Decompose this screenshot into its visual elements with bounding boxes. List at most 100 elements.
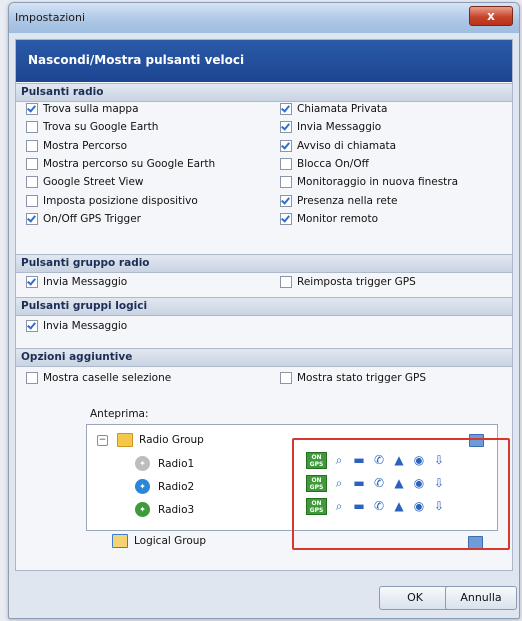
- option-checkbox[interactable]: [26, 194, 38, 207]
- collapse-icon[interactable]: −: [97, 434, 108, 446]
- option-checkbox[interactable]: [26, 121, 38, 134]
- option-label: Avviso di chiamata: [297, 139, 397, 152]
- option-checkbox[interactable]: [26, 176, 38, 189]
- option-row[interactable]: Avviso di chiamata: [280, 139, 396, 153]
- search-icon[interactable]: ⌕: [331, 498, 347, 514]
- call-icon[interactable]: ✆: [371, 498, 387, 514]
- option-label: Trova sulla mappa: [43, 103, 139, 115]
- option-checkbox[interactable]: [26, 276, 38, 288]
- option-row[interactable]: Mostra stato trigger GPS: [280, 371, 426, 385]
- option-checkbox[interactable]: [26, 372, 38, 384]
- option-label: Monitor remoto: [297, 212, 378, 225]
- tree-logical-label: Logical Group: [134, 535, 207, 547]
- option-row[interactable]: Mostra percorso su Google Earth: [26, 157, 215, 171]
- option-checkbox[interactable]: [280, 176, 292, 189]
- option-row[interactable]: Monitor remoto: [280, 212, 378, 226]
- gps-trigger-icon[interactable]: ON GPS: [306, 498, 327, 515]
- option-row[interactable]: Invia Messaggio: [26, 319, 127, 333]
- option-checkbox[interactable]: [280, 372, 292, 384]
- ok-button[interactable]: OK: [379, 586, 451, 610]
- option-checkbox[interactable]: [280, 121, 292, 134]
- option-row[interactable]: Blocca On/Off: [280, 157, 369, 171]
- tree-radio-group[interactable]: − Radio Group: [97, 433, 204, 447]
- presence-icon[interactable]: ◉: [411, 452, 427, 468]
- message-icon[interactable]: ▬: [351, 452, 367, 468]
- option-row[interactable]: Imposta posizione dispositivo: [26, 194, 198, 208]
- option-checkbox[interactable]: [280, 139, 292, 152]
- alert-icon[interactable]: ▲: [391, 452, 407, 468]
- window-title: Impostazioni: [15, 11, 86, 24]
- call-icon[interactable]: ✆: [371, 475, 387, 491]
- option-checkbox[interactable]: [26, 139, 38, 152]
- option-row[interactable]: Mostra caselle selezione: [26, 371, 171, 385]
- presence-icon[interactable]: ◉: [411, 498, 427, 514]
- section-title: Pulsanti gruppi logici: [21, 300, 148, 312]
- section-logic-groups: Pulsanti gruppi logici: [16, 297, 512, 316]
- cancel-button[interactable]: Annulla: [445, 586, 517, 610]
- close-button[interactable]: x: [469, 6, 513, 26]
- panel-icon[interactable]: [468, 536, 483, 549]
- option-row[interactable]: Presenza nella rete: [280, 194, 397, 208]
- option-checkbox[interactable]: [26, 157, 38, 170]
- tree-radio-3[interactable]: ✦ Radio3: [135, 502, 194, 517]
- logical-folder-icon: [112, 534, 128, 548]
- option-checkbox[interactable]: [280, 157, 292, 170]
- panel-icon[interactable]: [469, 434, 484, 447]
- section-radio-buttons: Pulsanti radio: [16, 83, 512, 102]
- folder-icon: [117, 433, 133, 447]
- search-icon[interactable]: ⌕: [331, 452, 347, 468]
- settings-dialog: Impostazioni x Nascondi/Mostra pulsanti …: [8, 2, 520, 619]
- option-label: Imposta posizione dispositivo: [43, 194, 198, 207]
- alert-icon[interactable]: ▲: [391, 475, 407, 491]
- option-label: Chiamata Privata: [297, 103, 388, 115]
- tree-radio-2[interactable]: ✦ Radio2: [135, 479, 194, 494]
- tree-radio-label: Radio3: [158, 503, 195, 516]
- title-bar[interactable]: Impostazioni x: [9, 3, 519, 33]
- alert-icon[interactable]: ▲: [391, 498, 407, 514]
- option-row[interactable]: Google Street View: [26, 175, 144, 189]
- tree-logical-group[interactable]: Logical Group: [112, 534, 206, 548]
- option-label: Monitoraggio in nuova finestra: [297, 176, 459, 189]
- section-title: Pulsanti gruppo radio: [21, 257, 150, 269]
- call-icon[interactable]: ✆: [371, 452, 387, 468]
- gps-badge-bottom: GPS: [309, 483, 324, 491]
- radio-user-icon: ✦: [135, 479, 150, 494]
- option-checkbox[interactable]: [26, 320, 38, 332]
- tree-radio-1[interactable]: ✦ Radio1: [135, 456, 194, 471]
- tree-radio-label: Radio2: [158, 480, 195, 493]
- option-row[interactable]: On/Off GPS Trigger: [26, 212, 141, 226]
- section-title: Pulsanti radio: [21, 86, 104, 98]
- option-row[interactable]: Chiamata Privata: [280, 102, 387, 116]
- option-label: Blocca On/Off: [297, 157, 369, 170]
- preview-label: Anteprima:: [90, 408, 149, 420]
- tree-group-label: Radio Group: [139, 434, 204, 446]
- gps-trigger-icon[interactable]: ON GPS: [306, 452, 327, 469]
- gps-trigger-icon[interactable]: ON GPS: [306, 475, 327, 492]
- monitor-icon[interactable]: ⇩: [431, 498, 447, 514]
- option-row[interactable]: Invia Messaggio: [26, 275, 127, 289]
- monitor-icon[interactable]: ⇩: [431, 452, 447, 468]
- option-checkbox[interactable]: [26, 212, 38, 225]
- message-icon[interactable]: ▬: [351, 475, 367, 491]
- option-row[interactable]: Monitoraggio in nuova finestra: [280, 175, 458, 189]
- option-checkbox[interactable]: [280, 103, 292, 115]
- option-row[interactable]: Reimposta trigger GPS: [280, 275, 416, 289]
- option-row[interactable]: Mostra Percorso: [26, 139, 127, 153]
- option-row[interactable]: Trova sulla mappa: [26, 102, 139, 116]
- option-checkbox[interactable]: [280, 194, 292, 207]
- gps-badge-top: ON: [311, 499, 322, 507]
- monitor-icon[interactable]: ⇩: [431, 475, 447, 491]
- option-label: Mostra caselle selezione: [43, 372, 172, 384]
- option-row[interactable]: Trova su Google Earth: [26, 120, 158, 134]
- presence-icon[interactable]: ◉: [411, 475, 427, 491]
- message-icon[interactable]: ▬: [351, 498, 367, 514]
- section-title: Opzioni aggiuntive: [21, 351, 133, 363]
- option-checkbox[interactable]: [280, 212, 292, 225]
- search-icon[interactable]: ⌕: [331, 475, 347, 491]
- section-group-radio: Pulsanti gruppo radio: [16, 254, 512, 273]
- option-checkbox[interactable]: [26, 103, 38, 115]
- option-checkbox[interactable]: [280, 276, 292, 288]
- option-row[interactable]: Invia Messaggio: [280, 120, 381, 134]
- option-label: Presenza nella rete: [297, 194, 398, 207]
- option-label: Invia Messaggio: [297, 121, 382, 134]
